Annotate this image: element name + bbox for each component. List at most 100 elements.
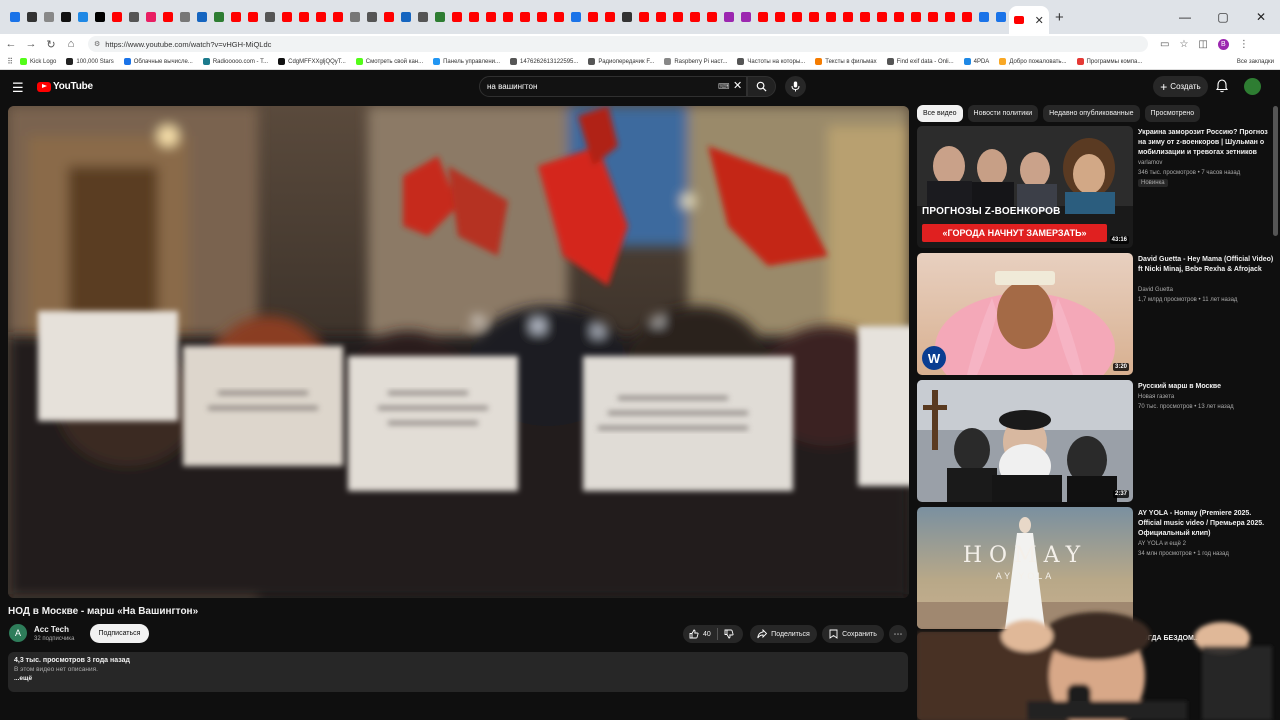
close-tab-icon[interactable]: ✕: [1035, 14, 1044, 27]
recommendation-title[interactable]: Русский марш в Москве: [1138, 382, 1276, 392]
browser-tab[interactable]: [23, 4, 40, 30]
browser-tab[interactable]: [193, 4, 210, 30]
bookmark-item[interactable]: Тексты в фильмах: [815, 58, 877, 65]
browser-tab[interactable]: [227, 4, 244, 30]
browser-tab[interactable]: [295, 4, 312, 30]
browser-tab[interactable]: [550, 4, 567, 30]
browser-tab[interactable]: [788, 4, 805, 30]
minimize-button[interactable]: —: [1166, 10, 1204, 24]
cast-icon[interactable]: ▭: [1160, 39, 1169, 50]
browser-tab[interactable]: [992, 4, 1009, 30]
bookmark-item[interactable]: 4PDA: [963, 58, 989, 65]
browser-tab[interactable]: [601, 4, 618, 30]
browser-tab[interactable]: [652, 4, 669, 30]
browser-tab[interactable]: [669, 4, 686, 30]
browser-tab[interactable]: [720, 4, 737, 30]
browser-tab[interactable]: [533, 4, 550, 30]
browser-tab[interactable]: [244, 4, 261, 30]
browser-tab[interactable]: [6, 4, 23, 30]
browser-tab[interactable]: [499, 4, 516, 30]
chip-politics-news[interactable]: Новости политики: [967, 105, 1039, 122]
video-thumbnail[interactable]: 2:37: [917, 380, 1133, 502]
browser-tab[interactable]: [142, 4, 159, 30]
voice-search-button[interactable]: [785, 76, 806, 97]
apps-grid-icon[interactable]: ⠿: [0, 57, 20, 66]
browser-tab[interactable]: [856, 4, 873, 30]
browser-tab[interactable]: [125, 4, 142, 30]
bookmark-item[interactable]: CdgMFFXXgljQQyT...: [278, 58, 346, 65]
browser-tab[interactable]: [618, 4, 635, 30]
chip-all[interactable]: Все видео: [917, 105, 963, 122]
maximize-button[interactable]: ▢: [1204, 10, 1242, 24]
search-button[interactable]: [747, 76, 776, 97]
browser-tab[interactable]: [703, 4, 720, 30]
video-thumbnail[interactable]: ПРОГНОЗЫ Z-ВОЕНКОРОВ «ГОРОДА НАЧНУТ ЗАМЕ…: [917, 126, 1133, 248]
browser-tab[interactable]: [635, 4, 652, 30]
browser-tab[interactable]: [839, 4, 856, 30]
keyboard-icon[interactable]: ⌨: [718, 82, 730, 91]
browser-tab[interactable]: [329, 4, 346, 30]
channel-avatar[interactable]: A: [9, 624, 27, 642]
close-window-button[interactable]: ✕: [1242, 10, 1280, 24]
recommendation-channel[interactable]: varlamov: [1138, 160, 1162, 166]
browser-tab[interactable]: [414, 4, 431, 30]
home-icon[interactable]: ⌂: [62, 38, 80, 50]
browser-tab[interactable]: [57, 4, 74, 30]
recommendation-title[interactable]: Украина заморозит Россию? Прогноз на зим…: [1138, 128, 1276, 158]
recommendation-title[interactable]: David Guetta - Hey Mama (Official Video)…: [1138, 255, 1276, 275]
browser-tab[interactable]: [397, 4, 414, 30]
bookmark-item[interactable]: 1476262613122595...: [509, 58, 578, 65]
bookmark-item[interactable]: Радиопередачик F...: [588, 58, 654, 65]
youtube-logo[interactable]: YouTube: [37, 81, 93, 92]
browser-tab[interactable]: [40, 4, 57, 30]
browser-tab[interactable]: [108, 4, 125, 30]
browser-tab[interactable]: [686, 4, 703, 30]
browser-tab[interactable]: [363, 4, 380, 30]
browser-tab[interactable]: [74, 4, 91, 30]
bookmark-item[interactable]: Смотреть свой кан...: [355, 58, 423, 65]
browser-tab[interactable]: [941, 4, 958, 30]
description-box[interactable]: 4,3 тыс. просмотров 3 года назад В этом …: [8, 652, 908, 692]
browser-tab[interactable]: [890, 4, 907, 30]
bookmark-item[interactable]: 100,000 Stars: [66, 58, 114, 65]
browser-tab[interactable]: [754, 4, 771, 30]
reload-icon[interactable]: ↻: [42, 38, 60, 51]
browser-tab[interactable]: [91, 4, 108, 30]
browser-tab[interactable]: [380, 4, 397, 30]
browser-tab[interactable]: [805, 4, 822, 30]
subscribe-button[interactable]: Подписаться: [90, 624, 149, 643]
browser-tab[interactable]: [448, 4, 465, 30]
browser-tab[interactable]: [737, 4, 754, 30]
dislike-button[interactable]: [718, 625, 740, 643]
like-button[interactable]: 40: [683, 625, 717, 643]
user-avatar[interactable]: [1244, 78, 1261, 95]
more-actions-button[interactable]: ⋯: [889, 625, 907, 643]
recommendation-item[interactable]: W 3:20 David Guetta - Hey Mama (Official…: [917, 253, 1277, 377]
bookmark-item[interactable]: Панель управлени...: [433, 58, 500, 65]
browser-tab[interactable]: [465, 4, 482, 30]
video-player[interactable]: [8, 106, 909, 598]
chip-watched[interactable]: Просмотрено: [1144, 105, 1201, 122]
browser-tab[interactable]: [261, 4, 278, 30]
bookmark-item[interactable]: Частоты на которы...: [737, 58, 805, 65]
active-tab[interactable]: ✕: [1009, 6, 1049, 34]
recommendation-item[interactable]: 2:37 Русский марш в Москве Новая газета …: [917, 380, 1277, 504]
bookmark-item[interactable]: Raspberry Pi наст...: [664, 58, 727, 65]
browser-tab[interactable]: [482, 4, 499, 30]
all-bookmarks-button[interactable]: Все закладки: [1237, 54, 1274, 70]
browser-tab[interactable]: [346, 4, 363, 30]
browser-menu-icon[interactable]: ⋮: [1239, 39, 1249, 50]
browser-tab[interactable]: [907, 4, 924, 30]
bookmark-star-icon[interactable]: ☆: [1179, 39, 1188, 50]
channel-name[interactable]: Acc Tech: [34, 625, 69, 634]
new-tab-button[interactable]: +: [1055, 9, 1064, 26]
bookmark-item[interactable]: Добро пожаловать...: [999, 58, 1067, 65]
recommendation-channel[interactable]: Новая газета: [1138, 394, 1174, 400]
site-info-icon[interactable]: ⚙: [94, 40, 100, 48]
notifications-bell-icon[interactable]: [1216, 79, 1228, 93]
save-button[interactable]: Сохранить: [822, 625, 884, 643]
browser-tab[interactable]: [975, 4, 992, 30]
browser-tab[interactable]: [431, 4, 448, 30]
browser-tab[interactable]: [176, 4, 193, 30]
search-input[interactable]: на вашингтон: [479, 76, 747, 97]
